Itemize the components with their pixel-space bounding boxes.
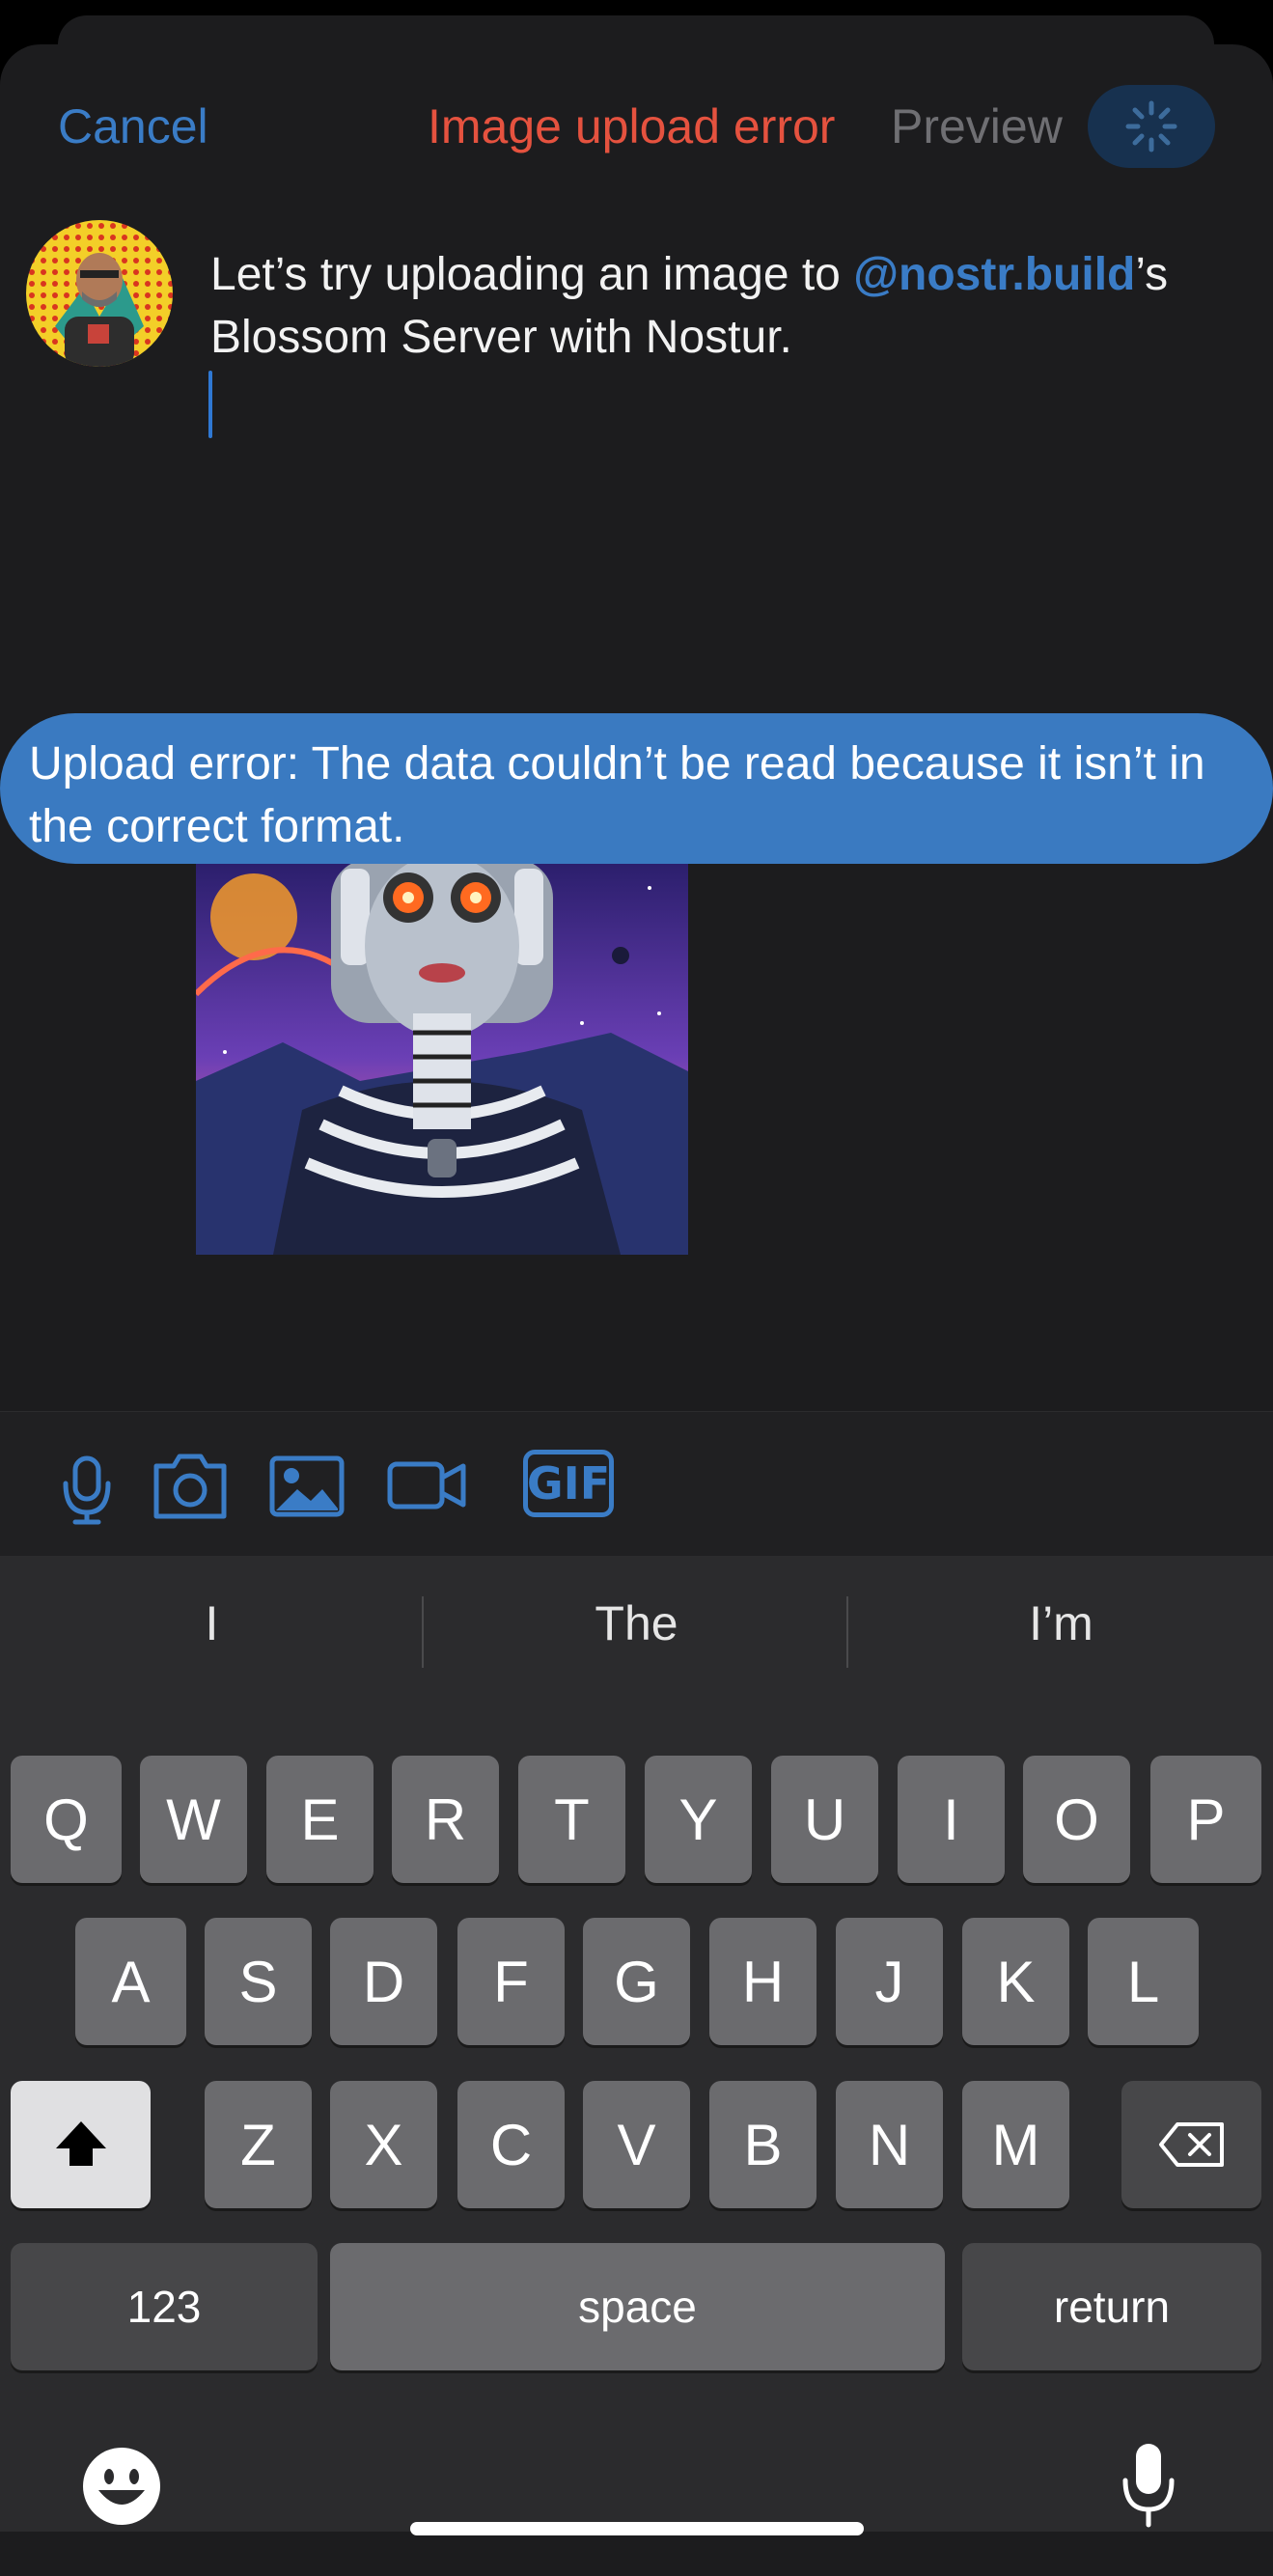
key-n[interactable]: N <box>836 2081 943 2208</box>
photo-icon[interactable] <box>268 1412 346 1557</box>
key-u[interactable]: U <box>771 1756 878 1883</box>
key-r[interactable]: R <box>392 1756 499 1883</box>
key-p[interactable]: P <box>1150 1756 1261 1883</box>
key-q[interactable]: Q <box>11 1756 122 1883</box>
preview-button[interactable]: Preview <box>891 98 1063 154</box>
key-d[interactable]: D <box>330 1918 437 2045</box>
key-s[interactable]: S <box>205 1918 312 2045</box>
return-key[interactable]: return <box>962 2243 1261 2370</box>
key-x[interactable]: X <box>330 2081 437 2208</box>
key-v[interactable]: V <box>583 2081 690 2208</box>
post-button[interactable] <box>1088 85 1215 168</box>
numbers-key[interactable]: 123 <box>11 2243 318 2370</box>
post-text-start: Let’s try uploading an image to <box>210 249 854 300</box>
key-l[interactable]: L <box>1088 1918 1199 2045</box>
avatar[interactable] <box>26 220 173 367</box>
home-indicator[interactable] <box>410 2522 864 2535</box>
post-text[interactable]: Let’s try uploading an image to @nostr.b… <box>210 243 1253 369</box>
key-e[interactable]: E <box>266 1756 374 1883</box>
suggestion-1[interactable]: I <box>0 1556 424 1691</box>
key-k[interactable]: K <box>962 1918 1069 2045</box>
attached-image[interactable] <box>196 859 688 1255</box>
cancel-button[interactable]: Cancel <box>58 98 208 154</box>
key-g[interactable]: G <box>583 1918 690 2045</box>
key-m[interactable]: M <box>962 2081 1069 2208</box>
emoji-icon[interactable] <box>81 2446 162 2527</box>
suggestion-3[interactable]: I’m <box>849 1556 1273 1691</box>
camera-icon[interactable] <box>151 1412 230 1557</box>
space-key[interactable]: space <box>330 2243 945 2370</box>
key-c[interactable]: C <box>457 2081 565 2208</box>
spinner-icon <box>1125 100 1177 152</box>
key-w[interactable]: W <box>140 1756 247 1883</box>
gif-label: GIF <box>526 1457 611 1510</box>
shift-key[interactable] <box>11 2081 151 2208</box>
key-a[interactable]: A <box>75 1918 186 2045</box>
key-i[interactable]: I <box>898 1756 1005 1883</box>
suggestion-divider <box>422 1596 424 1668</box>
key-b[interactable]: B <box>709 2081 816 2208</box>
key-f[interactable]: F <box>457 1918 565 2045</box>
suggestion-divider <box>846 1596 848 1668</box>
microphone-icon[interactable] <box>60 1412 114 1557</box>
keyboard: I The I’m Q W E R T Y U I O P A S D F G … <box>0 1556 1273 2532</box>
gif-icon[interactable]: GIF <box>523 1450 614 1517</box>
key-z[interactable]: Z <box>205 2081 312 2208</box>
upload-error-toast[interactable]: Upload error: The data couldn’t be read … <box>0 713 1273 864</box>
key-h[interactable]: H <box>709 1918 816 2045</box>
key-t[interactable]: T <box>518 1756 625 1883</box>
shift-icon <box>55 2121 106 2166</box>
attachment-toolbar: GIF <box>0 1411 1273 1557</box>
backspace-key[interactable] <box>1121 2081 1261 2208</box>
backspace-icon <box>1158 2122 1224 2167</box>
mention-link[interactable]: @nostr.build <box>853 249 1135 300</box>
video-icon[interactable] <box>386 1412 467 1557</box>
suggestion-2[interactable]: The <box>425 1556 848 1691</box>
key-j[interactable]: J <box>836 1918 943 2045</box>
text-cursor <box>208 371 212 438</box>
key-o[interactable]: O <box>1023 1756 1130 1883</box>
dictation-icon[interactable] <box>1120 2440 1177 2529</box>
upload-error-title: Image upload error <box>428 99 836 153</box>
key-y[interactable]: Y <box>645 1756 752 1883</box>
